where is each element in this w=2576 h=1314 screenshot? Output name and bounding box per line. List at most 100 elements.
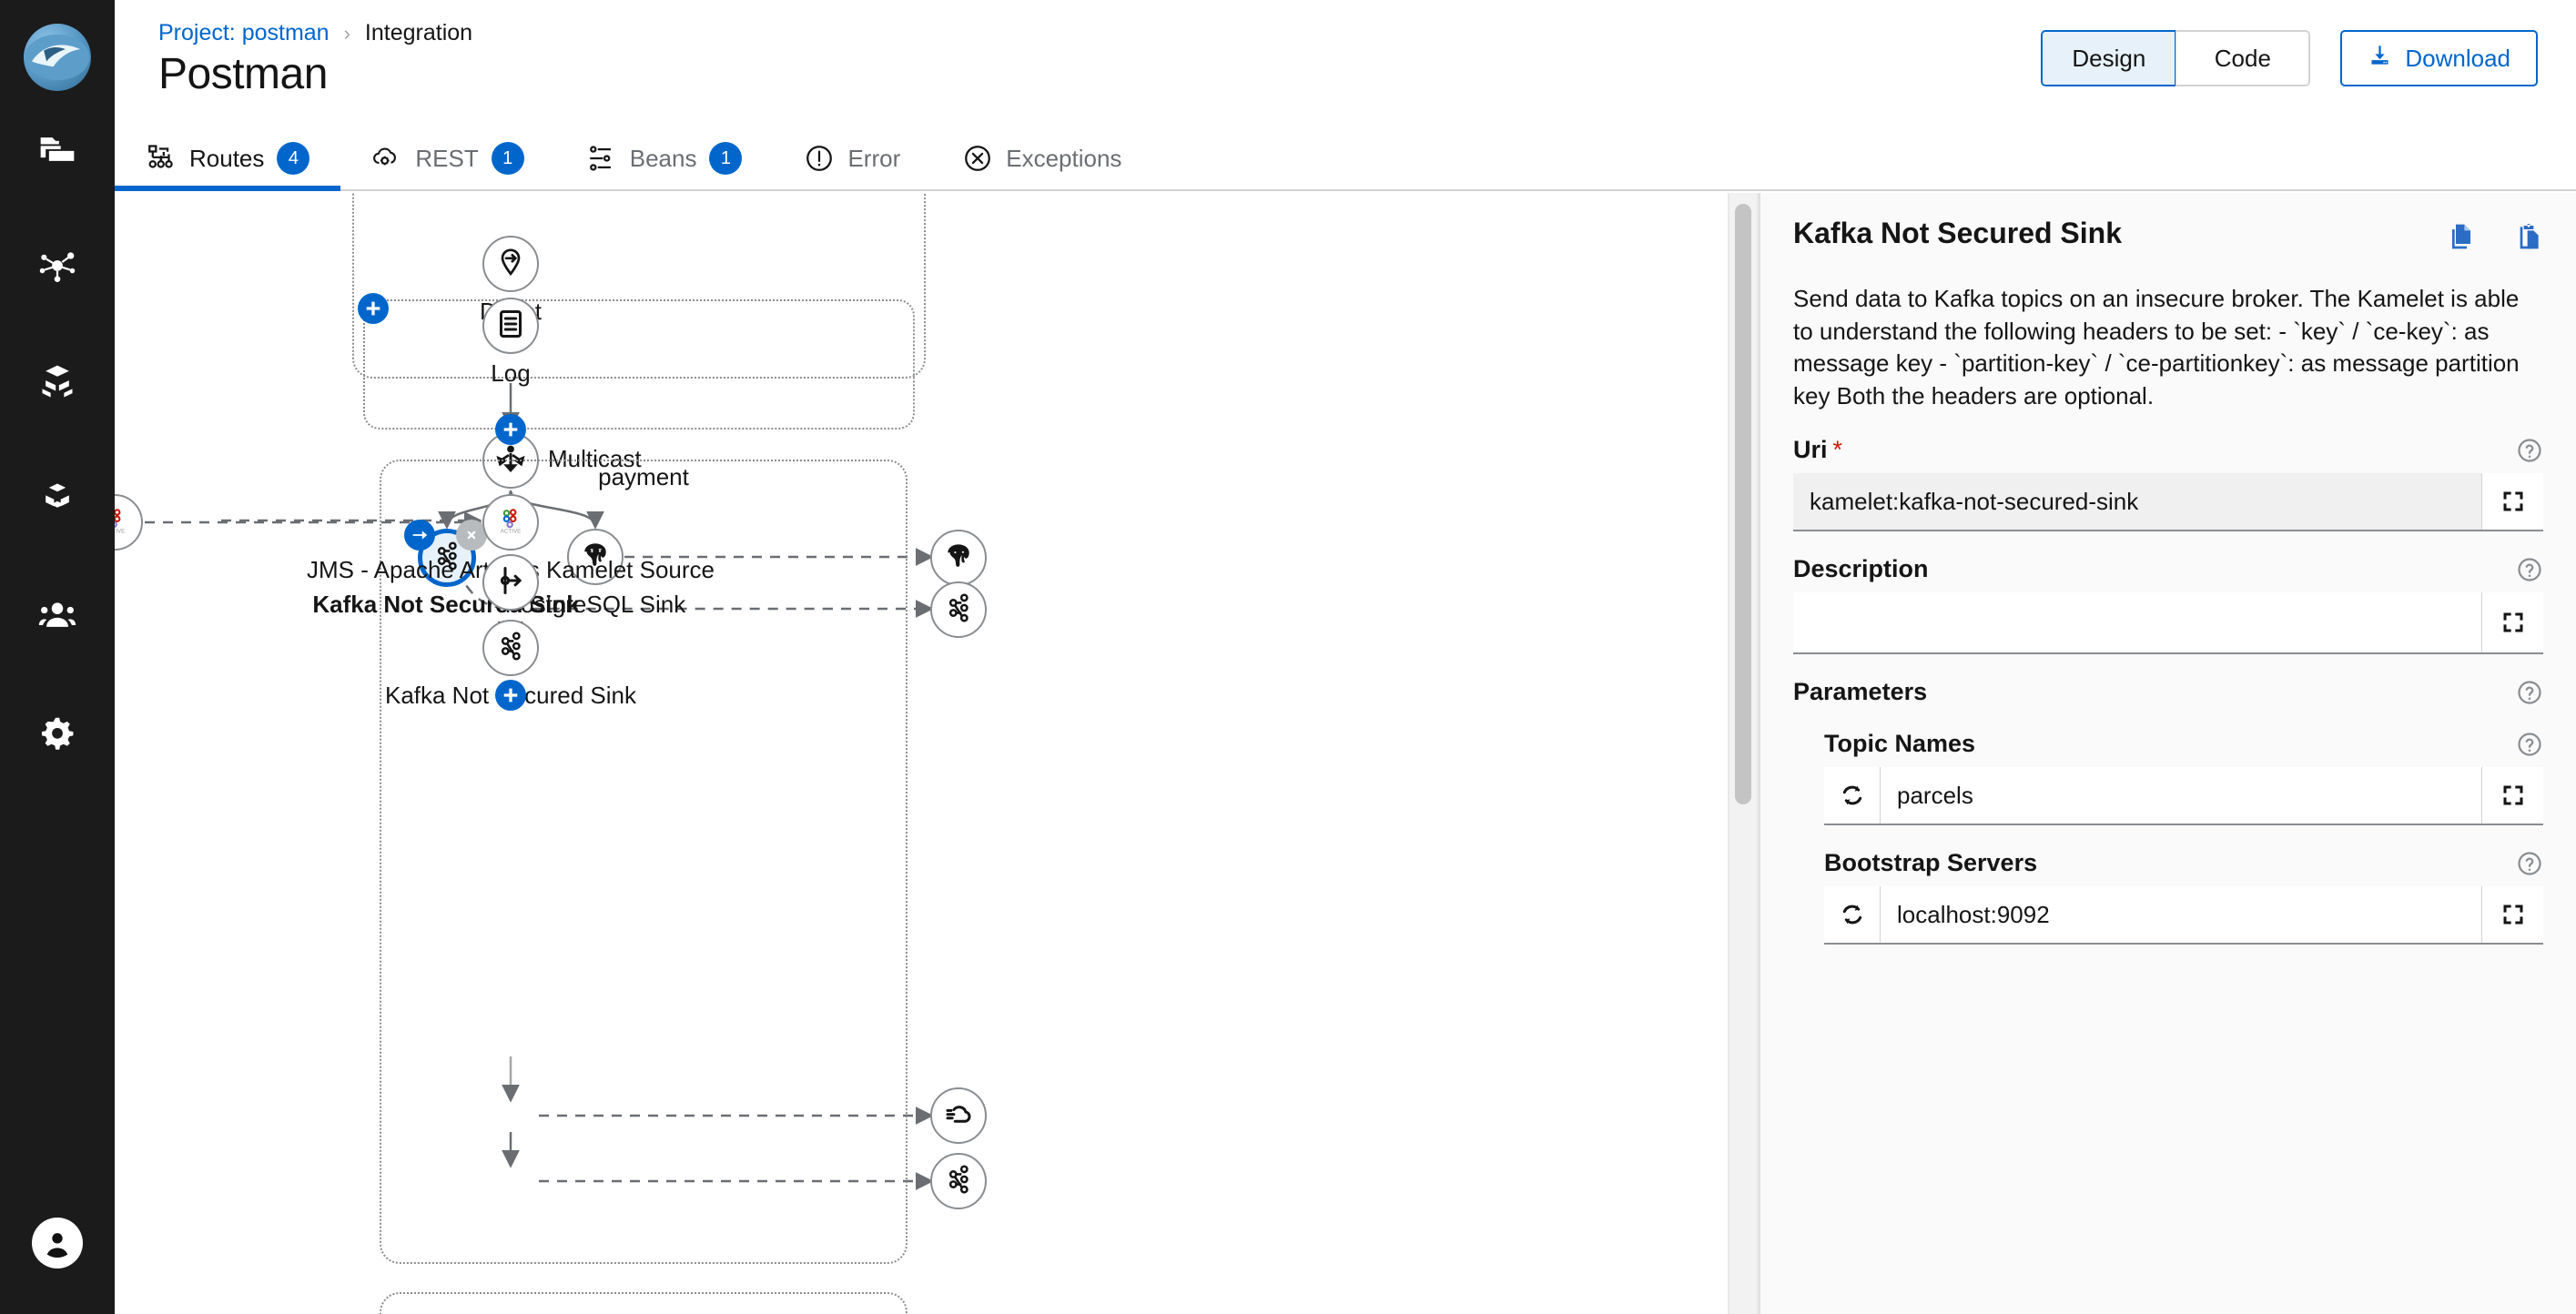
sidebar-item-services[interactable] [0,324,115,440]
user-avatar[interactable] [32,1218,83,1269]
bootstrap-servers-expand-button[interactable] [2481,886,2543,943]
topic-names-field-header: Topic Names [1824,730,2543,758]
description-input[interactable] [1793,592,2481,652]
tab-rest-badge: 1 [492,142,524,175]
node-direct[interactable]: Direct [482,236,539,292]
design-view-button[interactable]: Design [2041,30,2175,86]
uri-expand-button[interactable] [2481,473,2543,530]
topic-names-expand-button[interactable] [2481,767,2543,824]
bootstrap-servers-help-icon[interactable] [2516,850,2543,877]
uri-input[interactable]: kamelet:kafka-not-secured-sink [1793,473,2481,530]
tab-exceptions-label: Exceptions [1006,145,1121,173]
tab-error-label: Error [847,145,900,173]
code-view-button[interactable]: Code [2175,30,2310,86]
direct-node-circle[interactable] [482,236,539,292]
breadcrumb-separator-icon: › [344,22,350,45]
topic-names-input[interactable]: parcels [1881,767,2481,824]
payment-route-add-step-button[interactable] [495,680,526,711]
description-input-row[interactable] [1793,592,2543,654]
parameters-list: Topic Names parcels [1793,730,2543,945]
refresh-sync-icon[interactable] [1824,767,1881,824]
jms-artemis-source-node-circle[interactable]: ACTIVE [482,494,539,551]
download-label: Download [2405,45,2510,73]
node-xj[interactable]: XJ [482,554,539,611]
xj-node-circle[interactable] [482,554,539,611]
uri-label-text: Uri [1793,436,1828,463]
sidebar-item-settings[interactable] [0,673,115,790]
panel-header-actions [2445,217,2543,256]
bootstrap-servers-field-header: Bootstrap Servers [1824,849,2543,877]
tab-error[interactable]: Error [773,127,931,189]
endpoint-xj-cloud[interactable] [930,1087,987,1144]
canvas-scrollbar-thumb[interactable] [1735,204,1751,804]
parameters-help-icon[interactable] [2516,679,2543,706]
endpoint-kafka-2[interactable] [930,1153,987,1209]
kafka-icon [494,630,527,667]
rest-cloud-icon [371,143,402,174]
endpoint-postgresql[interactable] [930,530,987,586]
breadcrumb-current: Integration [365,20,472,46]
sidebar-item-projects[interactable] [0,91,115,207]
kafka-icon [942,1163,975,1200]
bootstrap-servers-label: Bootstrap Servers [1824,849,2037,877]
tab-rest-label: REST [415,145,478,173]
download-button[interactable]: Download [2340,30,2538,86]
next-route-group-partial[interactable] [380,1292,908,1314]
multicast-group-add-step-button[interactable] [358,293,389,324]
log-document-icon [494,308,527,345]
view-mode-toggle: Design Code [2041,30,2310,86]
uri-field-header: Uri* [1793,436,2543,464]
kafka-icon [942,591,975,629]
tab-beans-badge: 1 [709,142,742,175]
uri-input-row[interactable]: kamelet:kafka-not-secured-sink [1793,473,2543,531]
breadcrumb-project-link[interactable]: Project: postman [158,20,330,46]
integration-canvas[interactable]: post Direct Log [115,193,1729,1314]
node-log[interactable]: Log [482,298,539,354]
download-icon [2368,43,2392,74]
topic-names-input-row[interactable]: parcels [1824,767,2543,825]
sidebar-item-containers[interactable] [0,440,115,557]
log-node-circle[interactable] [482,298,539,354]
description-help-icon[interactable] [2516,556,2543,583]
uri-required-marker: * [1833,436,1843,463]
breadcrumb: Project: postman › Integration [158,20,472,46]
tab-beans[interactable]: Beans 1 [555,127,774,189]
copy-icon[interactable] [2445,222,2474,256]
uri-field-label: Uri* [1793,436,1842,464]
paste-clipboard-icon[interactable] [2514,222,2543,256]
description-field-label: Description [1793,555,1929,583]
multicast-branch-add-step-button[interactable] [495,414,526,445]
description-expand-button[interactable] [2481,592,2543,652]
node-kafka-not-secured-sink-2[interactable]: Kafka Not Secured Sink [482,620,539,676]
parameters-label: Parameters [1793,678,1927,706]
parameters-section-header: Parameters [1793,678,2543,706]
left-rail [0,0,115,1314]
routes-icon [146,143,177,174]
kafka-not-secured-sink-2-node-circle[interactable] [482,620,539,676]
postgresql-elephant-icon [942,540,975,577]
activemq-artemis-icon: ACTIVE [115,504,131,541]
topic-names-help-icon[interactable] [2516,731,2543,758]
multicast-group-box[interactable] [363,299,915,430]
payment-route-label: payment [380,463,908,491]
tab-exceptions[interactable]: Exceptions [931,127,1152,189]
refresh-sync-icon[interactable] [1824,886,1881,943]
error-exclamation-icon [804,143,835,174]
sidebar-item-topology[interactable] [0,207,115,324]
tab-bar: Routes 4 REST 1 Beans 1 [115,127,2576,191]
tab-beans-label: Beans [630,145,697,173]
tab-routes-label: Routes [189,145,264,173]
tab-routes[interactable]: Routes 4 [115,127,340,189]
uri-help-icon[interactable] [2516,437,2543,464]
bootstrap-servers-input-row[interactable]: localhost:9092 [1824,886,2543,945]
page-title: Postman [158,49,328,99]
bootstrap-servers-input[interactable]: localhost:9092 [1881,886,2481,943]
page-header: Project: postman › Integration Postman D… [115,0,2576,127]
description-field-header: Description [1793,555,2543,583]
beans-sliders-icon [586,143,617,174]
properties-panel: Kafka Not Secured Sink Send data to Kafk… [1760,193,2576,1314]
sidebar-item-teams[interactable] [0,557,115,673]
endpoint-kafka[interactable] [930,581,987,638]
node-jms-artemis-source[interactable]: ACTIVE JMS - Apache Artemis Kamelet Sour… [482,494,539,551]
tab-rest[interactable]: REST 1 [340,127,554,189]
